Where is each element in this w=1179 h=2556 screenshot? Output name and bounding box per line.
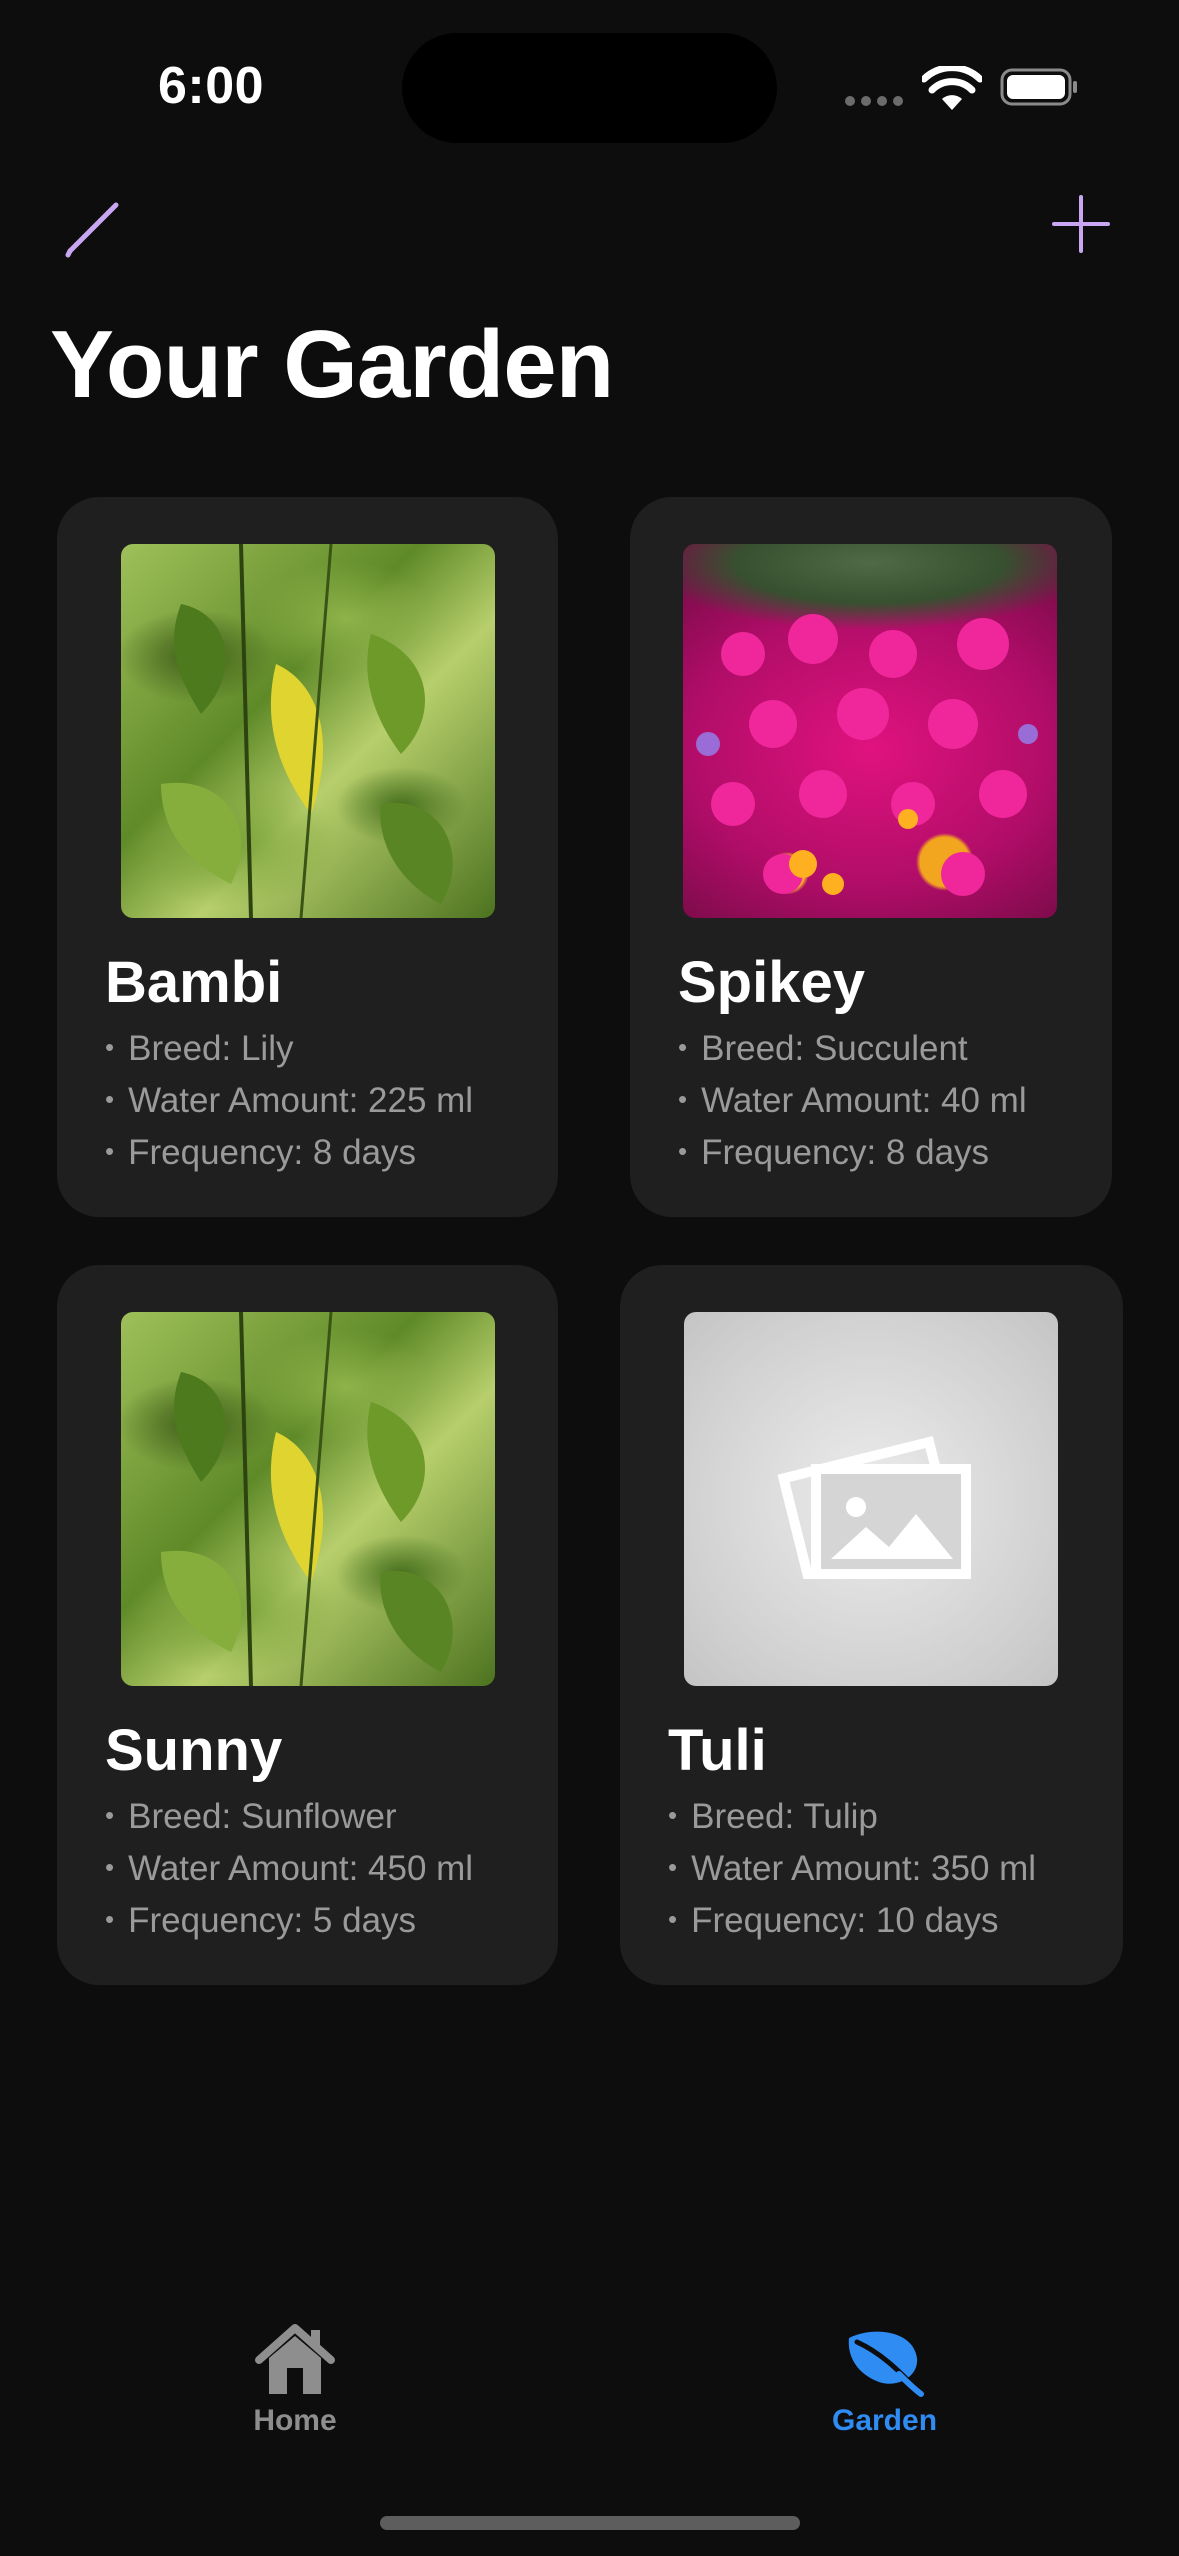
plant-name: Bambi: [105, 950, 283, 1015]
wifi-icon: [922, 66, 982, 110]
plant-water-amount: Water Amount: 225 ml: [105, 1076, 473, 1128]
plant-breed: Breed: Tulip: [668, 1792, 1036, 1844]
plant-photo: [121, 544, 495, 918]
plant-card-sunny[interactable]: Sunny Breed: Sunflower Water Amount: 450…: [57, 1265, 558, 1985]
plant-name: Spikey: [678, 950, 865, 1015]
plant-details: Breed: Sunflower Water Amount: 450 ml Fr…: [105, 1792, 473, 1948]
plant-photo: [121, 1312, 495, 1686]
plant-frequency: Frequency: 8 days: [678, 1128, 1027, 1180]
tab-garden[interactable]: Garden: [817, 2322, 952, 2438]
placeholder-photo-icon: [777, 1435, 971, 1579]
plus-icon: [1052, 195, 1110, 253]
home-indicator[interactable]: [380, 2516, 800, 2530]
tab-home-label: Home: [253, 2404, 337, 2437]
leaf-image: [161, 544, 453, 918]
leaf-icon: [848, 2331, 924, 2397]
status-time: 6:00: [158, 57, 265, 115]
plant-details: Breed: Succulent Water Amount: 40 ml Fre…: [678, 1024, 1027, 1180]
plant-details: Breed: Tulip Water Amount: 350 ml Freque…: [668, 1792, 1036, 1948]
plant-name: Tuli: [668, 1718, 767, 1783]
plant-water-amount: Water Amount: 40 ml: [678, 1076, 1027, 1128]
house-icon: [255, 2324, 335, 2394]
plant-breed: Breed: Sunflower: [105, 1792, 473, 1844]
add-plant-button[interactable]: [1050, 193, 1112, 255]
plant-breed: Breed: Succulent: [678, 1024, 1027, 1076]
plant-frequency: Frequency: 10 days: [668, 1896, 1036, 1948]
plant-photo: [683, 544, 1057, 918]
plant-card-spikey[interactable]: Spikey Breed: Succulent Water Amount: 40…: [630, 497, 1112, 1217]
tab-garden-label: Garden: [831, 2404, 938, 2437]
leaf-image: [161, 1312, 453, 1686]
plant-frequency: Frequency: 8 days: [105, 1128, 473, 1180]
plant-photo: [684, 1312, 1058, 1686]
plant-card-bambi[interactable]: Bambi Breed: Lily Water Amount: 225 ml F…: [57, 497, 558, 1217]
plant-name: Sunny: [105, 1718, 283, 1783]
plant-water-amount: Water Amount: 350 ml: [668, 1844, 1036, 1896]
pencil-icon: [65, 202, 119, 258]
page-title: Your Garden: [50, 311, 614, 418]
tab-home[interactable]: Home: [230, 2322, 360, 2438]
cellular-signal-icon: [845, 96, 903, 106]
plant-card-tuli[interactable]: Tuli Breed: Tulip Water Amount: 350 ml F…: [620, 1265, 1123, 1985]
plant-frequency: Frequency: 5 days: [105, 1896, 473, 1948]
plant-breed: Breed: Lily: [105, 1024, 473, 1076]
plant-water-amount: Water Amount: 450 ml: [105, 1844, 473, 1896]
battery-icon: [1000, 68, 1077, 106]
dynamic-island: [402, 33, 777, 143]
edit-button[interactable]: [60, 193, 130, 263]
plant-details: Breed: Lily Water Amount: 225 ml Frequen…: [105, 1024, 473, 1180]
flower-image: [696, 614, 1038, 896]
